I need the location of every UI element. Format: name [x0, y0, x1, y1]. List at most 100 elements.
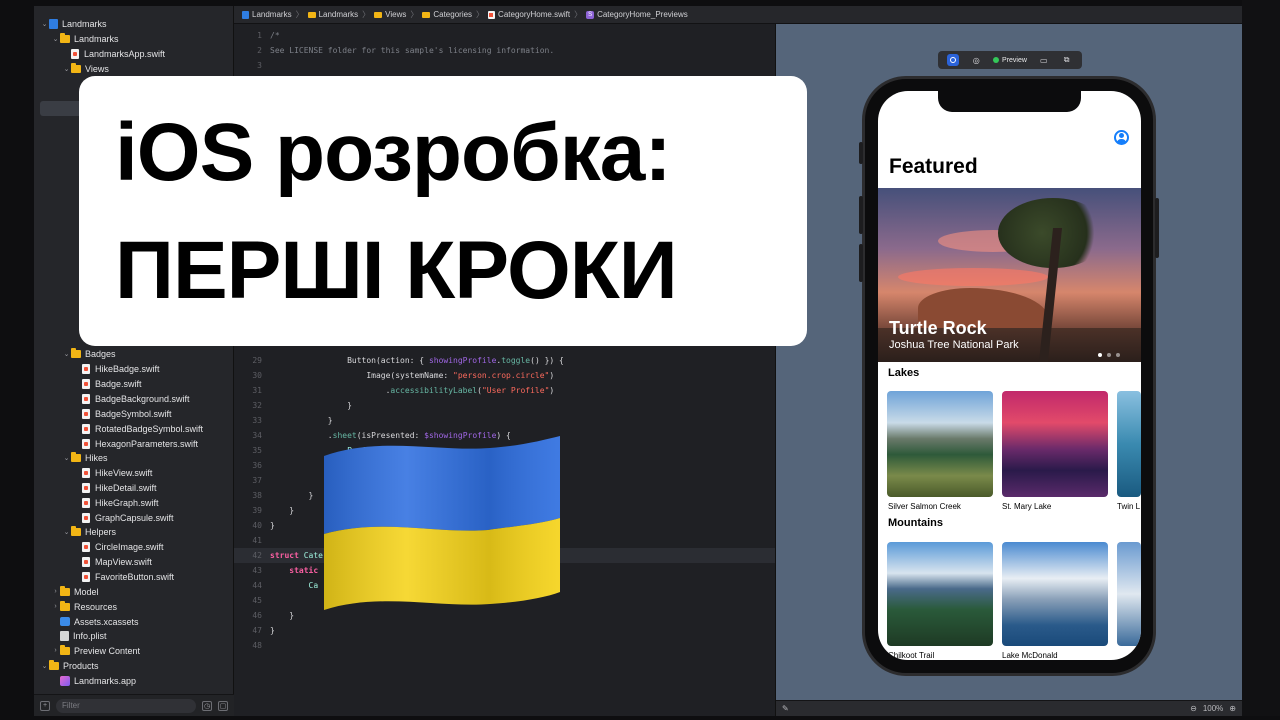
- code-line[interactable]: 29 Button(action: { showingProfile.toggl…: [234, 353, 775, 368]
- code-line[interactable]: 3: [234, 58, 775, 73]
- navigator-item[interactable]: Badge.swift: [73, 376, 142, 391]
- code-line[interactable]: 32 }: [234, 398, 775, 413]
- chevron-down-icon[interactable]: ⌄: [62, 350, 71, 358]
- profile-icon[interactable]: [1114, 130, 1129, 145]
- breadcrumb-item[interactable]: CategoryHome.swift: [488, 10, 570, 19]
- chevron-down-icon[interactable]: ⌄: [62, 454, 71, 462]
- chevron-right-icon[interactable]: ›: [51, 647, 60, 654]
- live-preview-toggle-icon[interactable]: [947, 54, 960, 66]
- breadcrumb-item[interactable]: S CategoryHome_Previews: [586, 10, 688, 19]
- assets-icon: [60, 617, 70, 626]
- chevron-down-icon[interactable]: ⌄: [62, 528, 71, 536]
- code-line[interactable]: 46 }: [234, 608, 775, 623]
- navigator-item[interactable]: Info.plist: [51, 628, 107, 643]
- landmark-thumbnail[interactable]: [887, 542, 993, 646]
- live-status-icon: [993, 57, 1000, 63]
- code-line[interactable]: 33 }: [234, 413, 775, 428]
- navigator-item[interactable]: ⌄ Landmarks: [51, 31, 119, 46]
- navigator-item[interactable]: HexagonParameters.swift: [73, 436, 198, 451]
- pin-icon[interactable]: ✎: [782, 704, 789, 713]
- chevron-right-icon[interactable]: ›: [51, 603, 60, 610]
- page-indicator[interactable]: [1098, 353, 1120, 357]
- navigator-item[interactable]: GraphCapsule.swift: [73, 510, 174, 525]
- zoom-out-icon[interactable]: ⊖: [1190, 704, 1197, 713]
- landmark-thumbnail[interactable]: [1117, 542, 1141, 646]
- breadcrumb-item[interactable]: Landmarks: [307, 10, 358, 19]
- navigator-item[interactable]: HikeBadge.swift: [73, 361, 160, 376]
- code-line[interactable]: 2 See LICENSE folder for this sample's li…: [234, 43, 775, 58]
- simulator-screen: Featured Turtle Rock Joshua Tree Nationa…: [878, 91, 1141, 660]
- swift-file-icon: [71, 48, 79, 59]
- navigator-item[interactable]: › Model: [51, 584, 99, 599]
- navigator-item[interactable]: MapView.swift: [73, 554, 152, 569]
- inspect-preview-icon[interactable]: ◎: [970, 54, 982, 66]
- navigator-item[interactable]: ⌄ Views: [62, 61, 109, 76]
- swift-file-icon: [82, 497, 90, 508]
- code-line[interactable]: 48: [234, 638, 775, 653]
- line-number: 42: [252, 551, 262, 560]
- recent-files-icon[interactable]: ◷: [202, 700, 212, 711]
- landmark-thumbnail[interactable]: [887, 391, 993, 497]
- navigator-item-label: Preview Content: [74, 645, 141, 656]
- breadcrumb-item[interactable]: Landmarks: [242, 10, 292, 19]
- navigator-item[interactable]: ⌄ Products: [40, 658, 99, 673]
- breadcrumb-label: Views: [385, 10, 407, 19]
- page-dot: [1116, 353, 1120, 357]
- navigator-item[interactable]: BadgeSymbol.swift: [73, 406, 172, 421]
- duplicate-preview-icon[interactable]: ⧉: [1061, 54, 1073, 66]
- navigator-item[interactable]: Landmarks.app: [51, 673, 136, 688]
- navigator-item[interactable]: ⌄ Landmarks: [40, 16, 107, 31]
- breadcrumb-item[interactable]: Categories: [422, 10, 472, 19]
- navigator-item[interactable]: › Preview Content: [51, 643, 140, 658]
- code-token: Button(action: {: [270, 356, 429, 365]
- navigator-item[interactable]: › Resources: [51, 599, 117, 614]
- navigator-filter-input[interactable]: Filter: [56, 698, 196, 713]
- navigator-item[interactable]: RotatedBadgeSymbol.swift: [73, 421, 203, 436]
- preview-live-button[interactable]: Preview: [993, 57, 1027, 64]
- navigator-item[interactable]: HikeView.swift: [73, 465, 152, 480]
- line-number: 40: [252, 521, 262, 530]
- navigator-item-label: Landmarks.app: [74, 675, 137, 686]
- navigator-item[interactable]: HikeDetail.swift: [73, 480, 157, 495]
- code-line[interactable]: 47}: [234, 623, 775, 638]
- code-line[interactable]: 31 .accessibilityLabel("User Profile"): [234, 383, 775, 398]
- chevron-down-icon[interactable]: ⌄: [40, 662, 49, 670]
- scm-filter-icon[interactable]: ▢: [218, 700, 228, 711]
- navigator-item-label: HikeView.swift: [95, 467, 153, 478]
- landmark-name: Lake McDonald: [1002, 651, 1058, 660]
- breadcrumb-label: Categories: [433, 10, 473, 19]
- chevron-down-icon[interactable]: ⌄: [51, 35, 60, 43]
- device-settings-icon[interactable]: ▭: [1038, 54, 1050, 66]
- navigator-item[interactable]: ⌄ Badges: [62, 346, 116, 361]
- project-icon: [49, 18, 58, 29]
- zoom-level[interactable]: 100%: [1203, 704, 1223, 713]
- landmark-thumbnail[interactable]: [1002, 391, 1108, 497]
- navigator-item[interactable]: LandmarksApp.swift: [62, 46, 165, 61]
- breadcrumb-label: CategoryHome_Previews: [597, 10, 688, 19]
- navigator-item[interactable]: CircleImage.swift: [73, 539, 164, 554]
- chevron-down-icon[interactable]: ⌄: [40, 20, 49, 28]
- code-line[interactable]: 30 Image(systemName: "person.crop.circle…: [234, 368, 775, 383]
- category-title-mountains: Mountains: [888, 517, 943, 529]
- line-number: 44: [252, 581, 262, 590]
- zoom-in-icon[interactable]: ⊕: [1229, 704, 1236, 713]
- navigator-item-label: Views: [85, 63, 109, 74]
- navigator-item[interactable]: HikeGraph.swift: [73, 495, 159, 510]
- navigator-item[interactable]: ⌄ Hikes: [62, 450, 108, 465]
- add-icon[interactable]: +: [40, 700, 50, 711]
- chevron-right-icon[interactable]: ›: [51, 588, 60, 595]
- breadcrumb-item[interactable]: Views: [374, 10, 406, 19]
- navigator-item[interactable]: Assets.xcassets: [51, 614, 139, 629]
- code-line[interactable]: 1 /*: [234, 28, 775, 43]
- line-number: 31: [252, 386, 262, 395]
- navigator-item[interactable]: ⌄ Helpers: [62, 524, 116, 539]
- folder-icon: [71, 62, 81, 73]
- struct-icon: S: [586, 10, 595, 19]
- code-token: }: [270, 521, 275, 530]
- landmark-thumbnail[interactable]: [1117, 391, 1141, 497]
- title-line-2: ПЕРШІ КРОКИ: [115, 225, 678, 316]
- navigator-item[interactable]: BadgeBackground.swift: [73, 391, 190, 406]
- chevron-down-icon[interactable]: ⌄: [62, 65, 71, 73]
- landmark-thumbnail[interactable]: [1002, 542, 1108, 646]
- navigator-item[interactable]: FavoriteButton.swift: [73, 569, 174, 584]
